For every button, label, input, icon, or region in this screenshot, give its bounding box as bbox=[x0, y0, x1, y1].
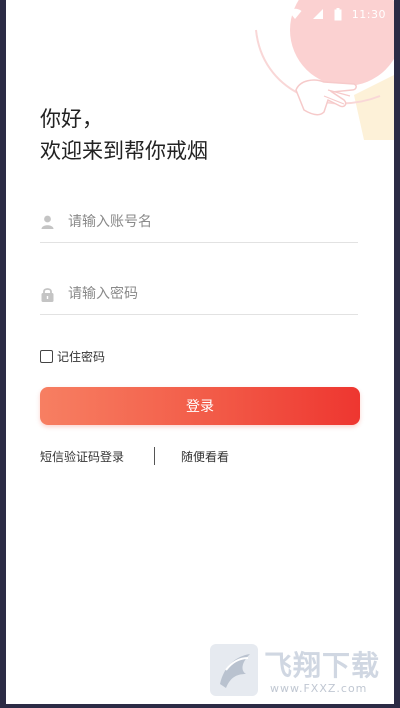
remember-label: 记住密码 bbox=[57, 350, 106, 364]
watermark-text: 飞翔下载 bbox=[264, 649, 381, 682]
login-screen: 11:30 你好， 欢迎来到帮你戒烟 记住密码 登录 bbox=[6, 0, 394, 704]
remember-checkbox[interactable] bbox=[40, 350, 53, 363]
secondary-links: 短信验证码登录 随便看看 bbox=[40, 447, 229, 465]
login-button[interactable]: 登录 bbox=[40, 387, 360, 425]
username-field[interactable] bbox=[40, 202, 358, 243]
battery-icon bbox=[334, 7, 342, 20]
watermark: 飞翔下载 www.FXXZ.com bbox=[206, 640, 394, 704]
status-time: 11:30 bbox=[351, 7, 386, 21]
watermark-logo-icon bbox=[210, 644, 258, 696]
sms-login-link[interactable]: 短信验证码登录 bbox=[40, 448, 124, 465]
password-field[interactable] bbox=[40, 274, 358, 315]
greeting: 你好， 欢迎来到帮你戒烟 bbox=[40, 103, 208, 167]
browse-link[interactable]: 随便看看 bbox=[181, 448, 229, 465]
wifi-icon bbox=[288, 8, 302, 19]
lock-icon bbox=[40, 286, 54, 302]
status-bar: 11:30 bbox=[288, 4, 386, 24]
remember-password[interactable]: 记住密码 bbox=[40, 348, 105, 365]
password-input[interactable] bbox=[68, 286, 328, 302]
username-input[interactable] bbox=[68, 214, 328, 230]
watermark-url: www.FXXZ.com bbox=[270, 682, 368, 695]
greeting-line-2: 欢迎来到帮你戒烟 bbox=[40, 139, 208, 163]
link-divider bbox=[154, 447, 156, 465]
greeting-line-1: 你好， bbox=[40, 107, 103, 131]
user-icon bbox=[40, 214, 54, 230]
signal-icon bbox=[312, 9, 323, 19]
